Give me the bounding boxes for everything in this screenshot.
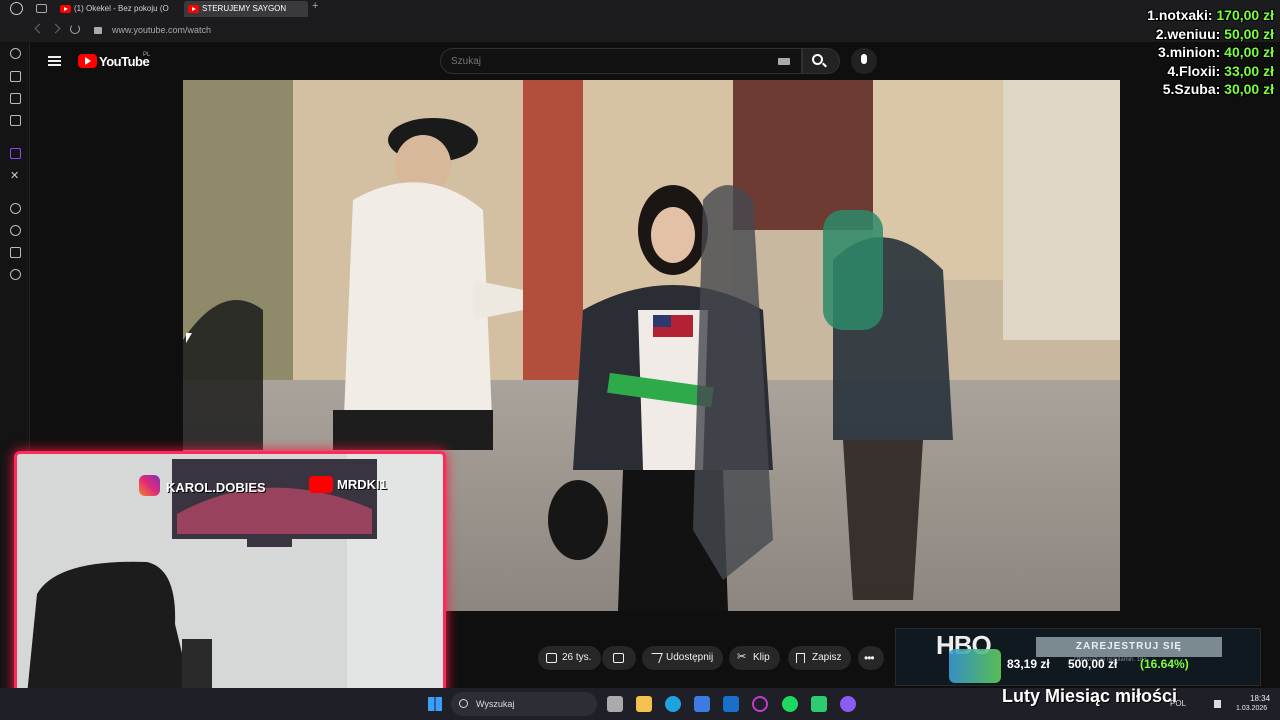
leaderboard-row: 3.minion: 40,00 zł [1158,44,1274,60]
browser-tab-active[interactable]: STERUJEMY SAYGON [184,1,308,17]
like-count: 26 tys. [562,652,592,663]
messenger-icon[interactable] [10,115,21,126]
browser-tab-okekel[interactable]: (1) Okekel - Bez pokoju (O [56,1,178,17]
url-text[interactable]: www.youtube.com/watch [112,25,211,35]
youtube-channel-handle: MRDKI1 [337,477,387,492]
browser-menu-icon[interactable] [10,2,23,15]
donation-goal-widget: HBO ZAREJESTRUJ SIĘ Obowiązuje regulamin… [895,628,1261,686]
store-icon[interactable] [694,696,710,712]
like-button[interactable]: 26 tys. [538,646,602,670]
play-icon[interactable] [10,203,21,214]
dislike-button[interactable] [602,646,636,670]
tab-label: STERUJEMY SAYGON [202,4,287,13]
settings-gear-icon[interactable] [10,269,21,280]
clock-date[interactable]: 1.03.2026 [1236,705,1267,712]
youtube-logo-icon[interactable] [78,54,97,68]
lock-icon [94,27,102,34]
spotify-icon[interactable] [782,696,798,712]
share-button[interactable]: Udostępnij [642,646,724,670]
search-icon [812,54,823,65]
clip-label: Klip [753,652,770,663]
leaderboard-row: 4.Floxii: 33,00 zł [1167,62,1274,79]
region-code: PL [143,52,151,58]
share-arrow-icon [648,653,663,663]
clock-time[interactable]: 18:34 [1250,694,1270,703]
youtube-favicon-icon [60,5,71,13]
save-button[interactable]: Zapisz [788,646,852,670]
leaderboard-row: 5.Szuba: 30,00 zł [1162,81,1274,97]
opera-icon[interactable] [752,696,768,712]
twitch-icon[interactable] [10,148,21,159]
forward-arrow-icon[interactable] [50,23,61,34]
youtube-favicon-icon [188,5,199,13]
goal-current: 83,19 zł [1007,657,1050,671]
scissors-icon: ✂ [737,651,747,663]
more-actions-button[interactable]: ••• [858,646,884,670]
windows-start-icon[interactable] [428,697,442,711]
mouse-cursor-icon [186,333,192,343]
instagram-icon [139,475,160,496]
taskbar-search-label: Wyszukaj [476,699,515,709]
search-input[interactable] [440,48,802,74]
x-icon[interactable]: ✕ [10,169,19,182]
discord-icon[interactable] [840,696,856,712]
new-tab-button[interactable]: + [312,0,318,12]
goal-percent: (16.64%) [1140,657,1189,671]
donation-leaderboard: 1.notxaki: 170,00 zł 2.weniuu: 50,00 zł … [1147,6,1274,99]
save-label: Zapisz [812,652,842,663]
register-banner: ZAREJESTRUJ SIĘ [1036,637,1222,657]
clip-button[interactable]: ✂ Klip [729,646,780,670]
leaderboard-row: 2.weniuu: 50,00 zł [1155,25,1274,42]
bag-icon[interactable] [10,71,21,82]
chat-app-icon[interactable] [811,696,827,712]
keyboard-icon[interactable] [778,58,790,65]
language-indicator[interactable]: POL [1170,699,1186,708]
taskbar-search[interactable]: Wyszukaj [451,692,597,716]
reload-icon[interactable] [70,24,80,34]
tab-overview-icon[interactable] [36,4,47,13]
goal-target: 500,00 zł [1068,657,1118,671]
tab-label: (1) Okekel - Bez pokoju (O [74,4,169,13]
bookmark-icon [796,653,805,663]
leaderboard-row: 1.notxaki: 170,00 zł [1147,7,1274,23]
instagram-handle: KAROL.DOBIES [166,480,266,495]
youtube-logo-text[interactable]: YouTube [99,54,150,69]
share-label: Udostępnij [666,652,714,663]
history-icon[interactable] [10,48,21,59]
edge-browser-icon[interactable] [665,696,681,712]
wallet-icon[interactable] [10,93,21,104]
streamer-webcam: KAROL.DOBIES MRDKI1 [14,451,446,698]
menu-hamburger-icon[interactable] [48,56,61,66]
volume-icon[interactable] [1214,700,1221,708]
microphone-icon [861,54,867,64]
clock-icon[interactable] [10,225,21,236]
taskbar-search-icon [459,699,468,708]
goal-progress-fill [949,649,1001,683]
more-dots-icon: ••• [864,651,875,665]
browser-tab-bar: (1) Okekel - Bez pokoju (O STERUJEMY SAY… [0,0,1280,18]
outlook-icon[interactable] [723,696,739,712]
promo-caption: Luty Miesiąc miłości [1002,686,1178,706]
back-arrow-icon[interactable] [34,23,45,34]
task-view-icon[interactable] [607,696,623,712]
youtube-channel-icon [309,476,333,493]
thumbs-down-icon [613,653,624,663]
file-explorer-icon[interactable] [636,696,652,712]
thumbs-up-icon [546,653,557,663]
puzzle-icon[interactable] [10,247,21,258]
